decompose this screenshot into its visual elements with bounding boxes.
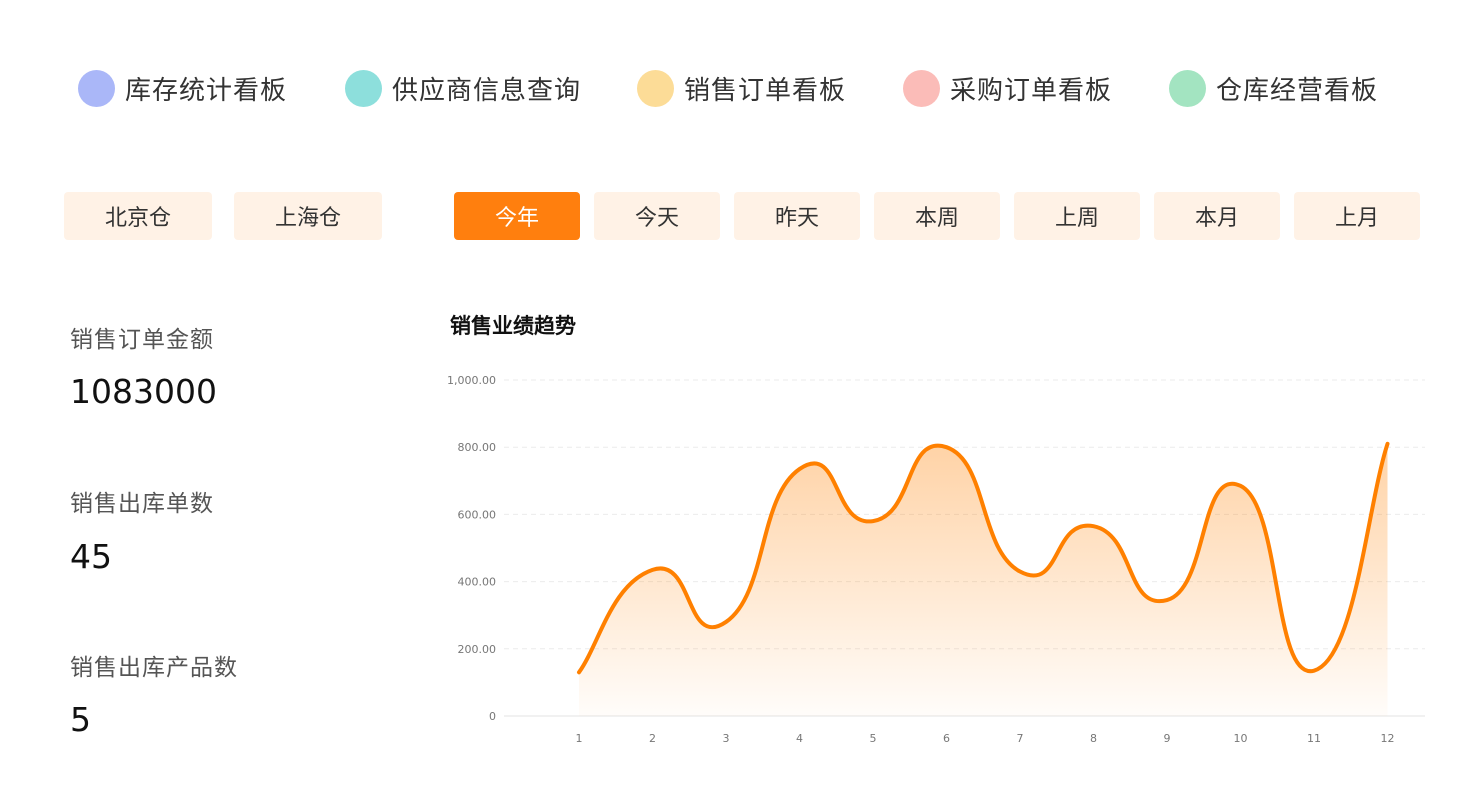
x-tick-label: 4 (796, 732, 803, 745)
time-filter-today[interactable]: 今天 (594, 192, 720, 240)
nav-dot-icon (78, 69, 115, 107)
data-point-10[interactable] (1235, 480, 1247, 492)
time-filter-last-month[interactable]: 上月 (1294, 192, 1420, 240)
nav-item-inventory-stats[interactable]: 库存统计看板 (78, 68, 287, 108)
sales-trend-chart: 0200.00400.00600.00800.001,000.001 2 3 4 5 6 7… (447, 374, 1425, 745)
x-tick-label: 11 (1307, 732, 1321, 745)
nav-dot-icon (903, 69, 940, 107)
stat-label-outbound-orders: 销售出库单数 (70, 491, 214, 517)
warehouse-button-beijing[interactable]: 北京仓 (64, 192, 212, 240)
x-tick-label: 7 (1017, 732, 1024, 745)
nav-dot-icon (637, 69, 674, 107)
y-tick-label: 400.00 (458, 576, 497, 589)
nav-item-label: 仓库经营看板 (1216, 75, 1379, 106)
time-filter-last-week[interactable]: 上周 (1014, 192, 1140, 240)
nav-item-purchase-orders[interactable]: 采购订单看板 (903, 68, 1112, 108)
data-point-9[interactable] (1161, 594, 1173, 606)
nav-item-label: 库存统计看板 (125, 75, 288, 106)
stat-value-outbound-orders: 45 (70, 537, 112, 576)
data-point-6[interactable] (941, 441, 953, 453)
nav-dot-icon (1169, 69, 1206, 107)
nav-item-supplier-query[interactable]: 供应商信息查询 (345, 68, 581, 108)
stat-label-outbound-products: 销售出库产品数 (70, 655, 238, 681)
x-tick-label: 9 (1164, 732, 1171, 745)
stat-label-sales-amount: 销售订单金额 (70, 327, 214, 353)
sales-area-fill (579, 443, 1388, 716)
nav-item-label: 供应商信息查询 (392, 75, 582, 106)
nav-item-sales-orders[interactable]: 销售订单看板 (637, 68, 846, 108)
data-point-1[interactable] (573, 666, 585, 678)
data-point-5[interactable] (867, 515, 879, 527)
nav-dot-icon (345, 69, 382, 107)
data-point-2[interactable] (647, 564, 659, 576)
nav-item-warehouse-ops[interactable]: 仓库经营看板 (1169, 68, 1378, 108)
time-filter-this-week[interactable]: 本周 (874, 192, 1000, 240)
data-point-8[interactable] (1088, 520, 1100, 532)
x-tick-label: 2 (649, 732, 656, 745)
y-tick-label: 0 (489, 710, 496, 723)
x-tick-label: 1 (576, 732, 583, 745)
y-tick-label: 600.00 (458, 508, 497, 521)
x-tick-label: 12 (1381, 732, 1395, 745)
chart-title: 销售业绩趋势 (450, 314, 576, 338)
nav-item-label: 采购订单看板 (950, 75, 1113, 106)
nav-item-label: 销售订单看板 (684, 75, 847, 106)
data-point-11[interactable] (1308, 665, 1320, 677)
y-tick-label: 800.00 (458, 441, 497, 454)
time-filter-this-month[interactable]: 本月 (1154, 192, 1280, 240)
time-filter-this-year[interactable]: 今年 (454, 192, 580, 240)
x-tick-label: 5 (870, 732, 877, 745)
stat-value-outbound-products: 5 (70, 700, 91, 739)
data-point-12[interactable] (1382, 438, 1394, 450)
x-tick-label: 10 (1234, 732, 1248, 745)
warehouse-button-shanghai[interactable]: 上海仓 (234, 192, 382, 240)
data-point-4[interactable] (794, 463, 806, 475)
time-filter-yesterday[interactable]: 昨天 (734, 192, 860, 240)
y-tick-label: 1,000.00 (447, 374, 496, 387)
data-point-3[interactable] (720, 616, 732, 628)
x-tick-label: 8 (1090, 732, 1097, 745)
x-tick-label: 6 (943, 732, 950, 745)
y-tick-label: 200.00 (458, 643, 497, 656)
x-tick-label: 3 (723, 732, 730, 745)
stat-value-sales-amount: 1083000 (70, 372, 217, 411)
data-point-7[interactable] (1014, 566, 1026, 578)
